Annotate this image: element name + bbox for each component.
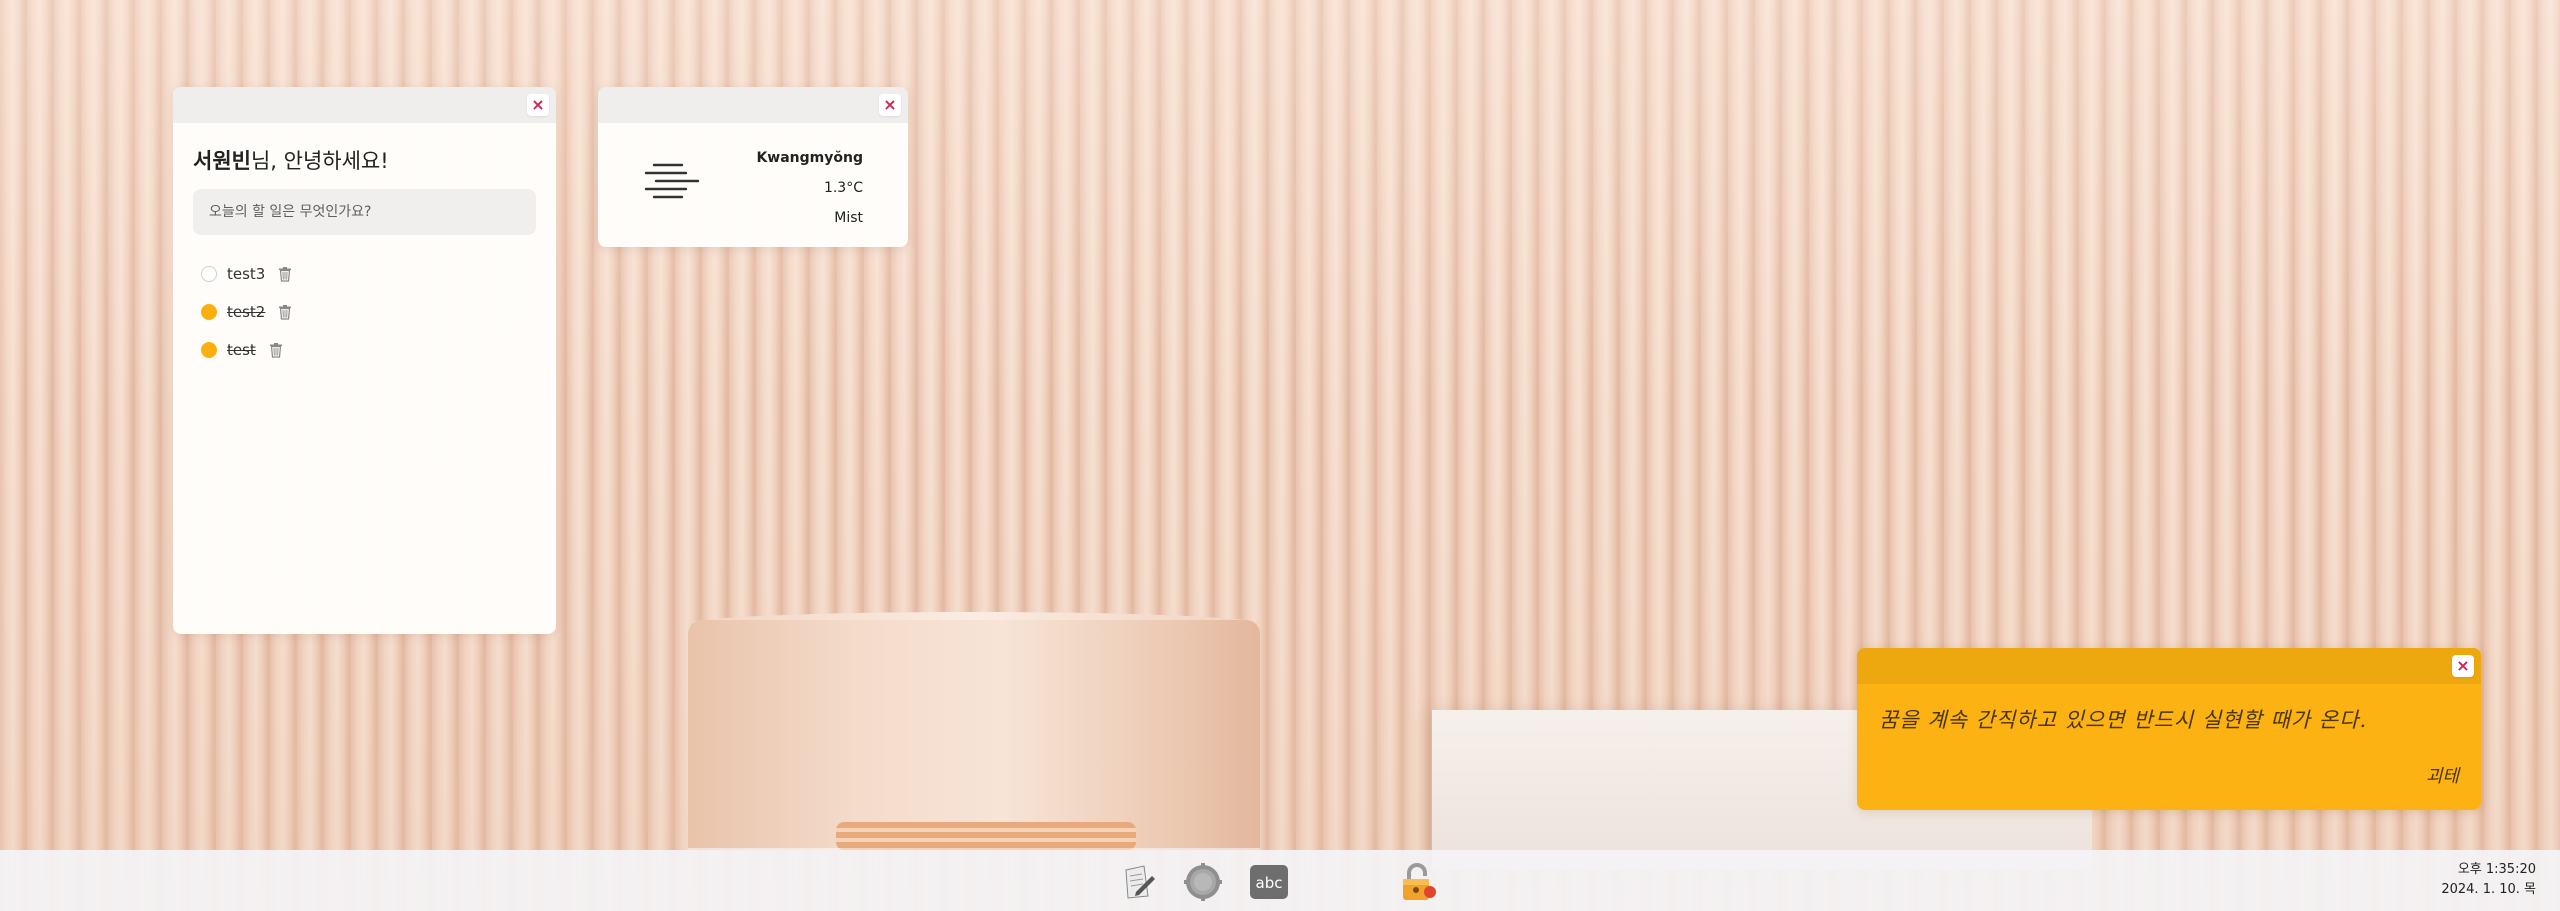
memo-app-icon[interactable] (1118, 862, 1158, 902)
abc-text-app-icon[interactable]: abc (1249, 862, 1289, 902)
todo-close-button[interactable]: × (527, 94, 549, 116)
todo-item: test (201, 331, 556, 369)
weather-info: Kwangmyŏng 1.3°C Mist (756, 143, 863, 233)
todo-checkbox[interactable] (201, 266, 217, 282)
trash-icon[interactable] (268, 342, 284, 358)
trash-icon[interactable] (277, 304, 293, 320)
todo-item: test2 (201, 293, 556, 331)
weather-temperature: 1.3°C (823, 180, 863, 196)
weather-widget: × Kwangmyŏng 1.3°C Mist (598, 87, 908, 247)
todo-list: test3 test2 test (201, 255, 556, 369)
quote-author: 괴테 (2425, 766, 2459, 787)
quote-text: 꿈을 계속 간직하고 있으면 반드시 실현할 때가 온다. (1879, 708, 2368, 732)
trash-icon[interactable] (277, 266, 293, 282)
lock-icon[interactable] (1397, 862, 1437, 902)
mist-icon (642, 161, 700, 205)
weather-condition: Mist (834, 210, 863, 226)
quote-widget-titlebar[interactable]: × (1857, 648, 2481, 684)
greeting-heading: 서원빈님, 안녕하세요! (193, 145, 556, 175)
settings-gear-icon[interactable] (1183, 862, 1223, 902)
weather-close-button[interactable]: × (879, 94, 901, 116)
abc-label: abc (1256, 874, 1283, 892)
background-pedestal (688, 620, 1260, 850)
todo-item: test3 (201, 255, 556, 293)
todo-checkbox[interactable] (201, 342, 217, 358)
greeting-username: 서원빈 (193, 149, 251, 173)
taskbar: abc 오후 1:35:20 2024. 1. 10. 목 (0, 850, 2560, 911)
todo-input[interactable] (193, 189, 536, 235)
background-spring (836, 822, 1136, 850)
todo-widget-titlebar[interactable]: × (173, 87, 556, 123)
todo-text: test (227, 341, 256, 359)
quote-close-button[interactable]: × (2452, 655, 2474, 677)
weather-city: Kwangmyŏng (756, 150, 863, 166)
quote-widget: × 꿈을 계속 간직하고 있으면 반드시 실현할 때가 온다. 괴테 (1857, 648, 2481, 810)
todo-text: test2 (227, 303, 266, 321)
clock-time: 오후 1:35:20 (2457, 862, 2536, 877)
todo-widget: × 서원빈님, 안녕하세요! test3 test2 test (173, 87, 556, 634)
clock-date: 2024. 1. 10. 목 (2441, 882, 2536, 897)
greeting-text: 님, 안녕하세요! (250, 149, 389, 173)
todo-text: test3 (227, 265, 266, 283)
todo-checkbox[interactable] (201, 304, 217, 320)
weather-widget-titlebar[interactable]: × (598, 87, 908, 123)
clock[interactable]: 오후 1:35:20 2024. 1. 10. 목 (2441, 860, 2536, 900)
